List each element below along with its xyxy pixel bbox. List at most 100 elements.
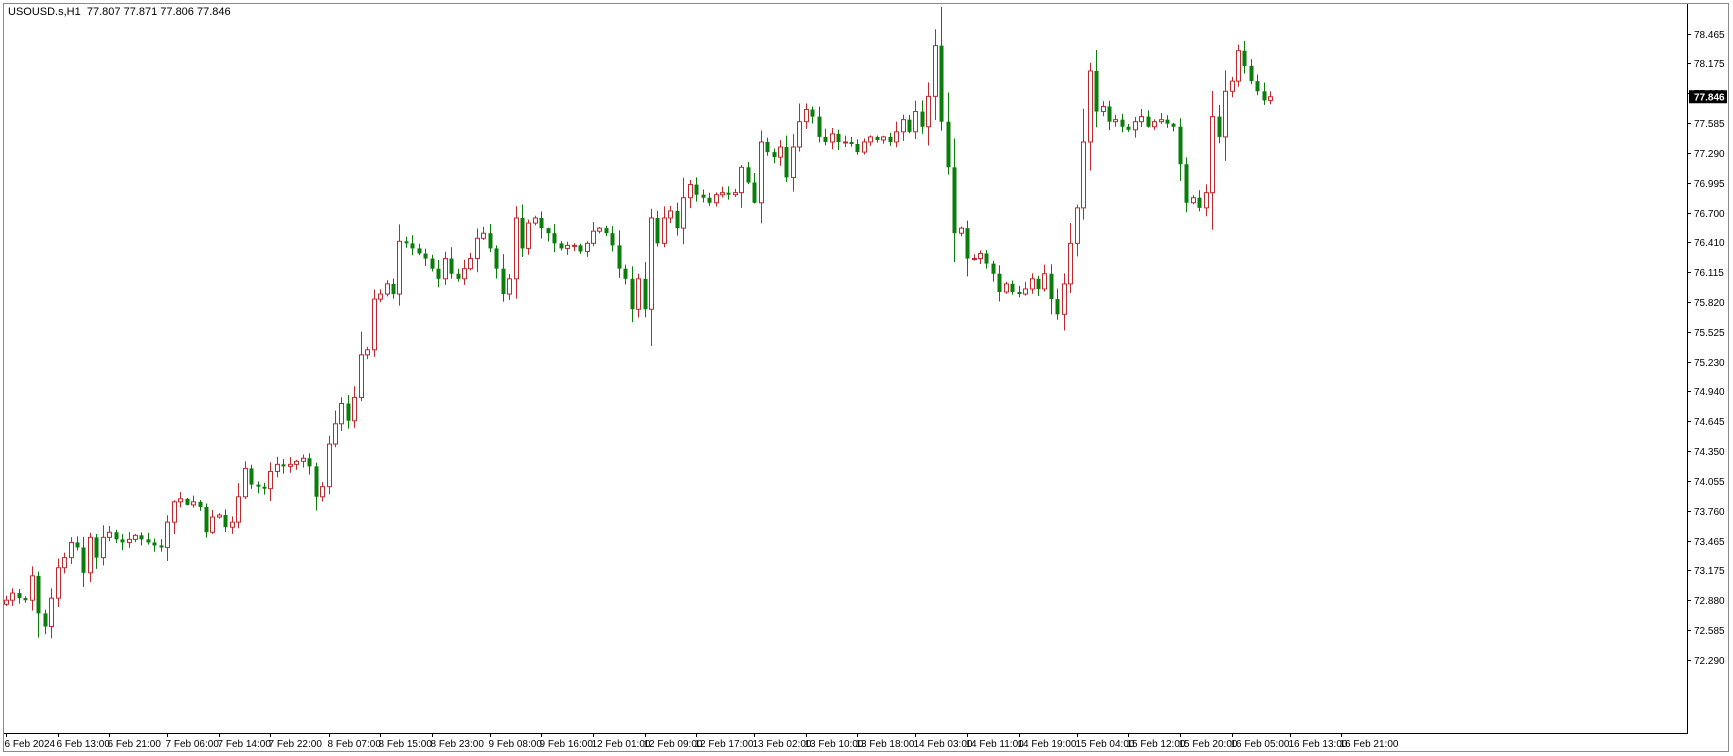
- candle-body: [797, 121, 802, 148]
- time-tick-label: 7 Feb 14:00: [218, 739, 272, 750]
- candle-body: [630, 278, 635, 310]
- candle-body: [1081, 141, 1086, 209]
- candle-body: [1004, 283, 1009, 293]
- time-tick-label: 14 Feb 19:00: [1018, 739, 1077, 750]
- candle: [410, 235, 415, 256]
- candle: [1242, 41, 1247, 74]
- candle-body: [423, 253, 428, 259]
- candle: [1042, 264, 1047, 292]
- candle: [10, 588, 15, 606]
- candle-body: [1217, 116, 1222, 137]
- candle: [62, 552, 67, 574]
- candle-body: [320, 486, 325, 498]
- price-tick-label: 74.940: [1694, 387, 1725, 398]
- candle-body: [546, 228, 551, 234]
- candle-body: [198, 501, 203, 507]
- candle-body: [578, 245, 583, 252]
- candle-body: [636, 278, 641, 310]
- current-price-marker: 77.846: [1689, 90, 1727, 104]
- candle-body: [849, 141, 854, 144]
- candle: [1010, 280, 1015, 295]
- candle-body: [694, 184, 699, 195]
- candle-body: [1030, 278, 1035, 290]
- candle-body: [978, 252, 983, 260]
- candle: [604, 225, 609, 237]
- candle-body: [1159, 119, 1164, 123]
- candle: [1062, 273, 1067, 331]
- candle: [617, 230, 622, 278]
- candle: [94, 533, 99, 569]
- candle: [1120, 113, 1125, 133]
- candle: [178, 492, 183, 508]
- candle: [172, 500, 177, 534]
- candle-body: [391, 283, 396, 295]
- price-axis: 78.46578.17577.88077.58577.29076.99576.7…: [1687, 30, 1725, 667]
- candle: [843, 135, 848, 148]
- candle: [294, 459, 299, 470]
- candle: [920, 100, 925, 134]
- candle: [436, 260, 441, 288]
- candle-body: [720, 192, 725, 196]
- candle-body: [1101, 105, 1106, 113]
- candle: [1055, 288, 1060, 320]
- candle-body: [1178, 126, 1183, 165]
- candle: [972, 254, 977, 261]
- candle-body: [268, 470, 273, 490]
- candle-body: [933, 45, 938, 97]
- candle-body: [120, 539, 125, 543]
- candle-body: [784, 147, 789, 178]
- candle: [236, 483, 241, 529]
- candle: [346, 395, 351, 429]
- candle: [81, 536, 86, 587]
- candle-body: [23, 598, 28, 601]
- candle-body: [662, 217, 667, 244]
- time-tick-label: 9 Feb 16:00: [540, 739, 594, 750]
- candle-body: [107, 531, 112, 538]
- candle-body: [572, 244, 577, 247]
- candle-body: [1242, 50, 1247, 66]
- candle: [655, 210, 660, 247]
- candle: [198, 500, 203, 511]
- current-price-text: 77.846: [1694, 92, 1725, 103]
- candle: [417, 243, 422, 256]
- candle: [507, 274, 512, 300]
- candle-body: [1113, 119, 1118, 123]
- candle: [339, 397, 344, 432]
- candle: [43, 609, 48, 635]
- time-tick-label: 7 Feb 06:00: [166, 739, 220, 750]
- candle: [430, 254, 435, 272]
- candle-body: [920, 111, 925, 127]
- candle-body: [868, 136, 873, 143]
- candle-body: [655, 217, 660, 244]
- candle: [1184, 157, 1189, 213]
- candle: [481, 226, 486, 241]
- candle: [836, 129, 841, 150]
- price-tick-label: 77.585: [1694, 119, 1725, 130]
- candle: [1268, 91, 1273, 105]
- candle: [1113, 114, 1118, 127]
- candle: [307, 453, 312, 475]
- candle-body: [1210, 116, 1215, 194]
- candle: [862, 138, 867, 155]
- candle: [1004, 281, 1009, 294]
- candle: [881, 135, 886, 144]
- candle-body: [281, 464, 286, 467]
- candle-body: [43, 613, 48, 627]
- candle: [159, 539, 164, 552]
- candle: [946, 92, 951, 175]
- price-tick-label: 74.645: [1694, 417, 1725, 428]
- candle: [952, 138, 957, 262]
- time-tick-label: 16 Feb 21:00: [1340, 739, 1399, 750]
- candle-body: [443, 258, 448, 280]
- candle-body: [1126, 126, 1131, 130]
- time-tick-label: 14 Feb 11:00: [966, 739, 1025, 750]
- candle-body: [1184, 164, 1189, 203]
- chart-window[interactable]: 78.46578.17577.88077.58577.29076.99576.7…: [0, 0, 1733, 756]
- price-chart[interactable]: 78.46578.17577.88077.58577.29076.99576.7…: [0, 0, 1733, 756]
- candle-body: [404, 241, 409, 244]
- candle-body: [1042, 273, 1047, 290]
- candle: [804, 103, 809, 129]
- candle-body: [681, 197, 686, 229]
- candle-body: [1075, 207, 1080, 244]
- candle: [204, 503, 209, 538]
